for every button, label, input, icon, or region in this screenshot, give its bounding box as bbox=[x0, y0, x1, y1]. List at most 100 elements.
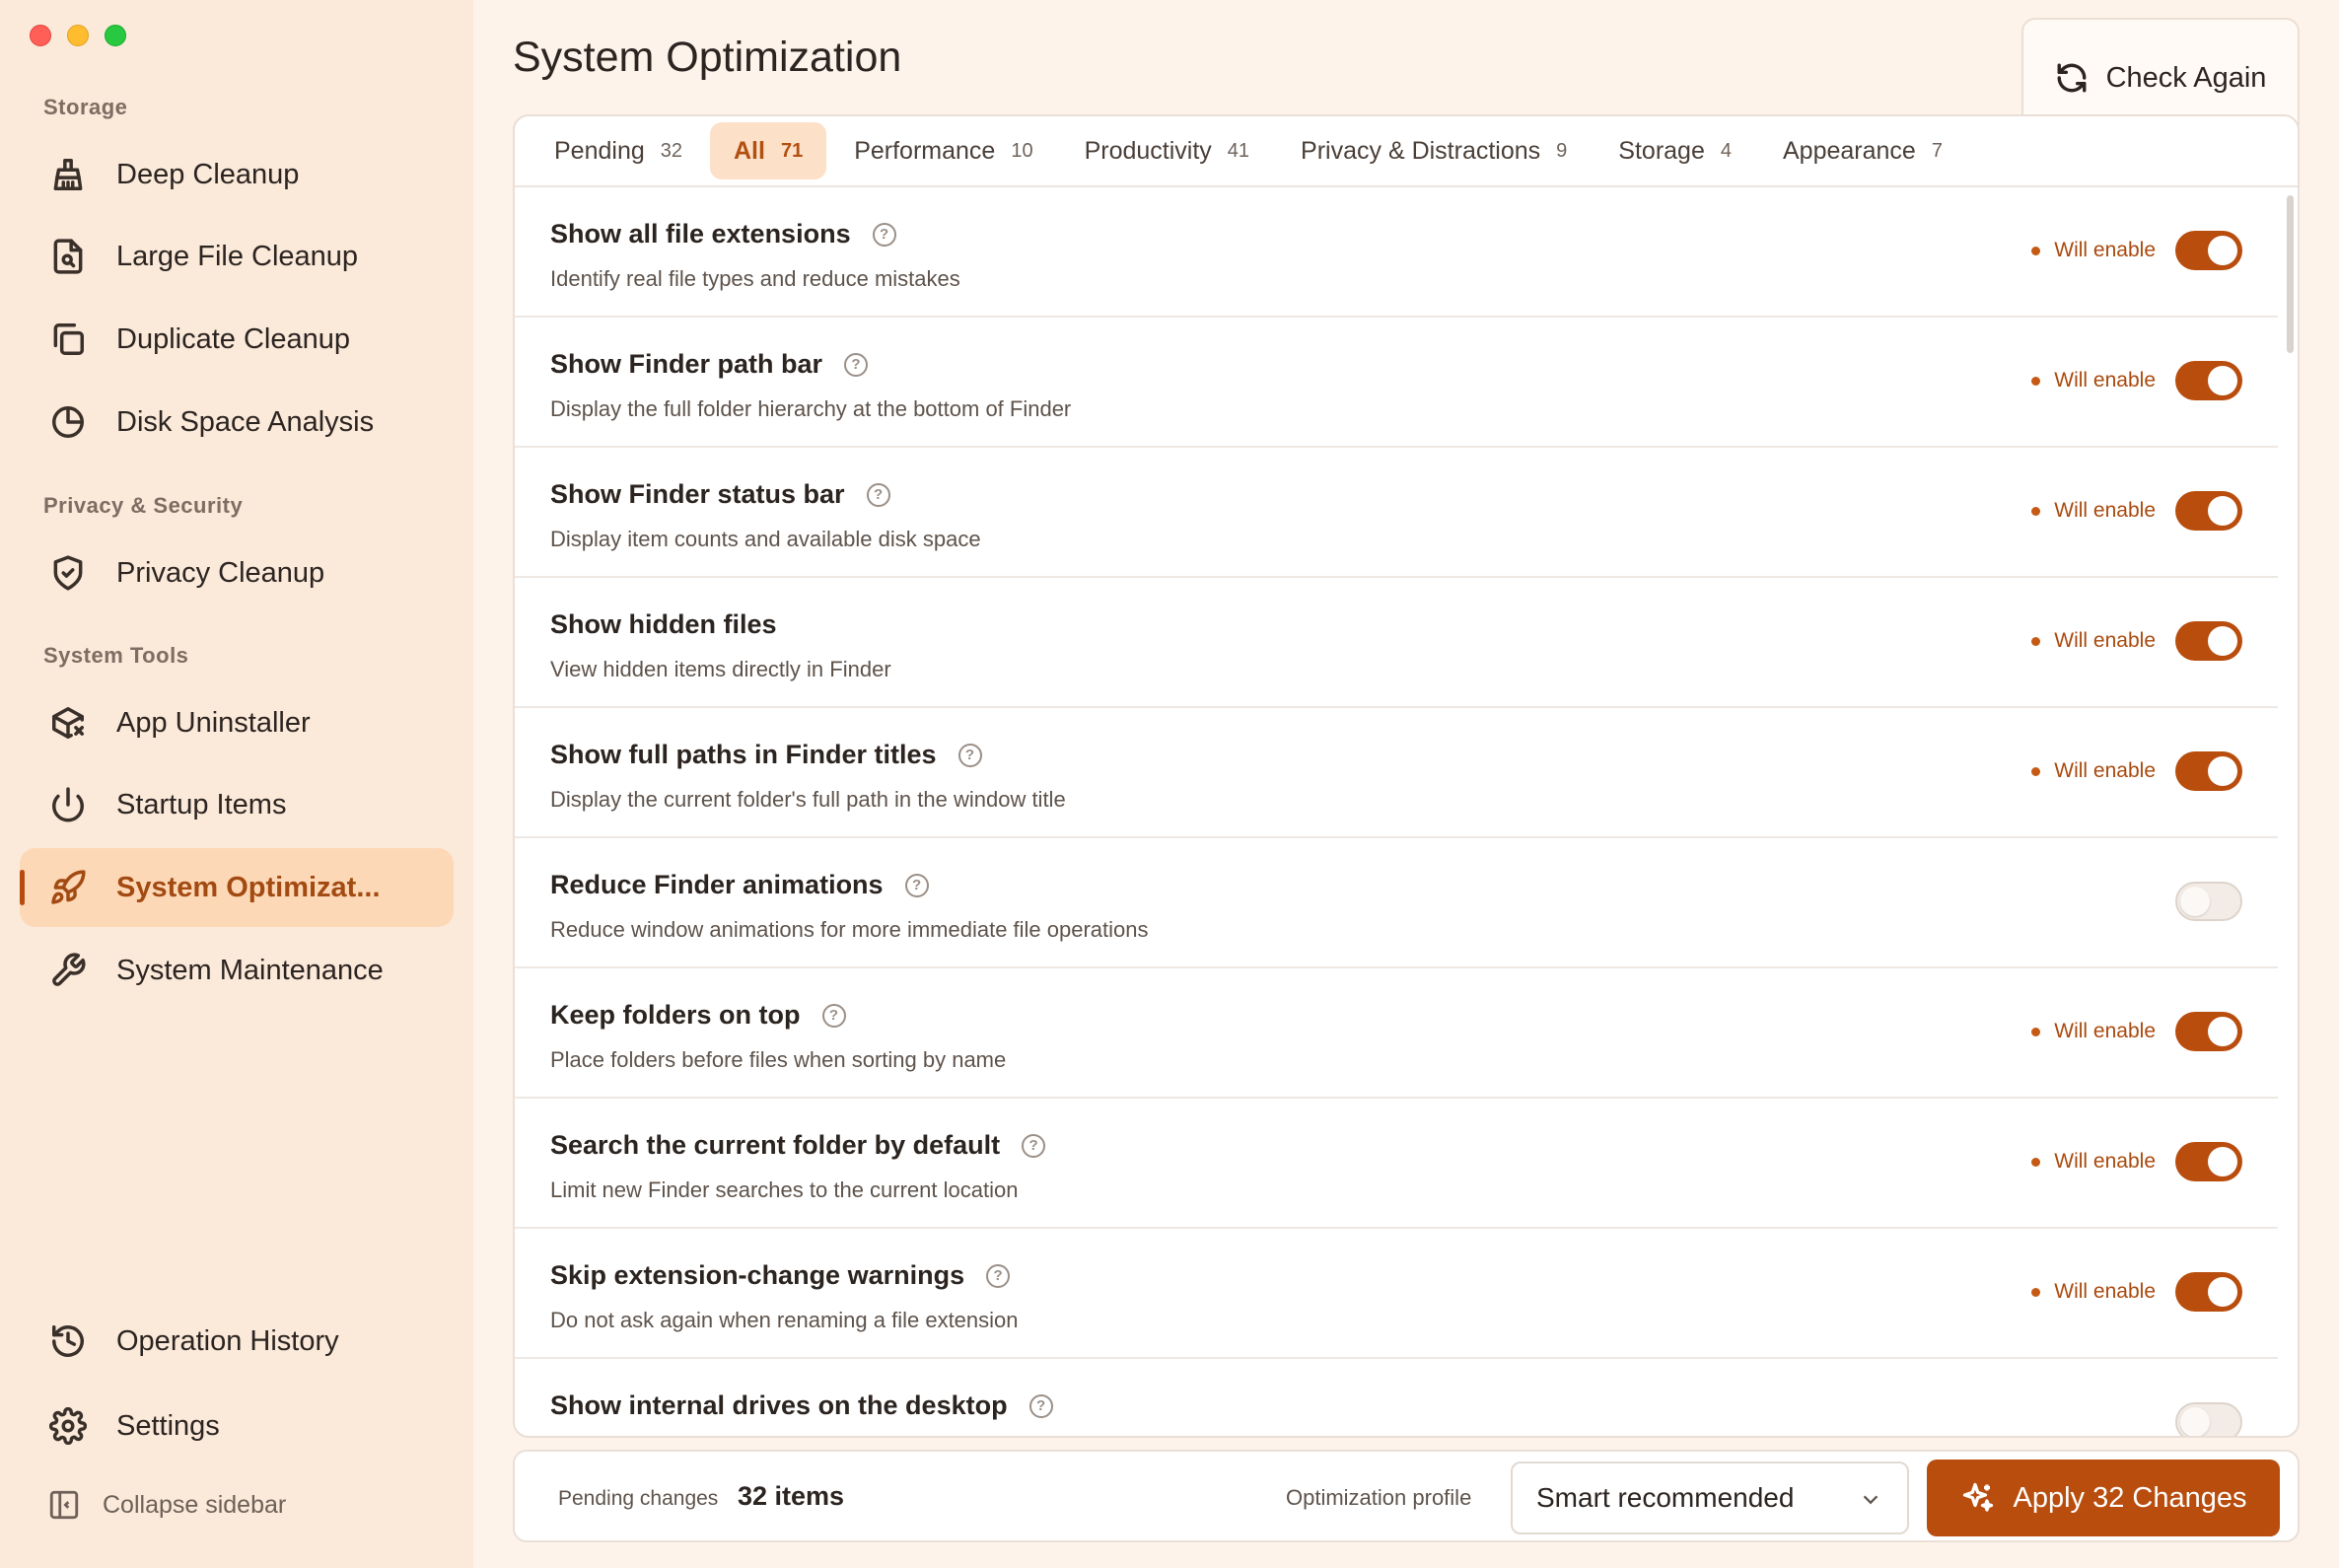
help-icon[interactable]: ? bbox=[866, 482, 890, 507]
status-badge: Will enable bbox=[2031, 1150, 2156, 1174]
tab-count: 41 bbox=[1227, 139, 1250, 162]
tab-label: Appearance bbox=[1782, 136, 1916, 165]
pending-changes-value: 32 items bbox=[738, 1481, 845, 1511]
sidebar-item-label: Startup Items bbox=[116, 788, 287, 820]
optimization-row[interactable]: Show full paths in Finder titles? Display… bbox=[515, 708, 2278, 838]
category-tabs: Pending 32 All 71 Performance 10 Product… bbox=[515, 116, 2298, 187]
optimization-row[interactable]: Search the current folder by default? Lim… bbox=[515, 1099, 2278, 1229]
help-icon[interactable]: ? bbox=[986, 1263, 1011, 1288]
optimization-row-description: View hidden items directly in Finder bbox=[550, 657, 891, 681]
optimization-row[interactable]: Show Finder status bar? Display item coun… bbox=[515, 448, 2278, 578]
tab-label: Productivity bbox=[1084, 136, 1212, 165]
row-title-text: Skip extension-change warnings bbox=[550, 1260, 965, 1290]
section-label-storage: Storage bbox=[43, 95, 128, 119]
help-icon[interactable]: ? bbox=[821, 1003, 846, 1028]
sidebar-item-disk-space-analysis[interactable]: Disk Space Analysis bbox=[20, 383, 454, 462]
tab-label: All bbox=[734, 136, 765, 165]
optimization-profile-label: Optimization profile bbox=[1286, 1485, 1472, 1510]
sparkles-icon bbox=[1962, 1482, 1993, 1512]
tab-appearance[interactable]: Appearance 7 bbox=[1759, 122, 1966, 179]
tab-performance[interactable]: Performance 10 bbox=[830, 122, 1056, 179]
enable-toggle[interactable] bbox=[2175, 1142, 2242, 1181]
refresh-icon bbox=[2057, 63, 2087, 93]
sidebar-item-label: Operation History bbox=[116, 1324, 339, 1357]
help-icon[interactable]: ? bbox=[872, 222, 896, 247]
help-icon[interactable]: ? bbox=[904, 873, 929, 897]
enable-toggle[interactable] bbox=[2175, 1402, 2242, 1436]
sidebar-item-duplicate-cleanup[interactable]: Duplicate Cleanup bbox=[20, 300, 454, 379]
list-scrollbar[interactable] bbox=[2287, 195, 2294, 353]
pending-changes-label: Pending changes bbox=[558, 1487, 719, 1510]
sidebar-item-system-optimization[interactable]: System Optimizat... bbox=[20, 848, 454, 927]
sidebar-item-label: Privacy Cleanup bbox=[116, 556, 325, 589]
help-icon[interactable]: ? bbox=[957, 743, 982, 767]
power-icon bbox=[47, 784, 89, 825]
tab-all[interactable]: All 71 bbox=[710, 122, 827, 179]
history-icon bbox=[47, 1320, 89, 1362]
row-title-text: Show hidden files bbox=[550, 609, 777, 639]
enable-toggle[interactable] bbox=[2175, 491, 2242, 531]
sidebar-item-label: Disk Space Analysis bbox=[116, 405, 375, 438]
optimization-row-title: Show internal drives on the desktop? bbox=[550, 1390, 1053, 1421]
optimization-row[interactable]: Show hidden files View hidden items direc… bbox=[515, 578, 2278, 708]
optimization-row-description: Display the full folder hierarchy at the… bbox=[550, 396, 1072, 421]
status-badge: Will enable bbox=[2031, 499, 2156, 523]
optimization-row[interactable]: Show internal drives on the desktop? bbox=[515, 1359, 2278, 1436]
enable-toggle[interactable] bbox=[2175, 751, 2242, 791]
tab-count: 71 bbox=[780, 139, 804, 162]
enable-toggle[interactable] bbox=[2175, 361, 2242, 400]
tab-privacy-distractions[interactable]: Privacy & Distractions 9 bbox=[1277, 122, 1591, 179]
sidebar-collapse-icon bbox=[49, 1490, 79, 1520]
optimization-row[interactable]: Skip extension-change warnings? Do not as… bbox=[515, 1229, 2278, 1359]
help-icon[interactable]: ? bbox=[844, 352, 869, 377]
tab-count: 10 bbox=[1011, 139, 1033, 162]
optimization-row-description: Display item counts and available disk s… bbox=[550, 527, 981, 551]
sidebar-item-app-uninstaller[interactable]: App Uninstaller bbox=[20, 683, 454, 762]
apply-changes-button[interactable]: Apply 32 Changes bbox=[1927, 1460, 2280, 1536]
sidebar-item-startup-items[interactable]: Startup Items bbox=[20, 765, 454, 844]
file-search-icon bbox=[47, 236, 89, 277]
help-icon[interactable]: ? bbox=[1022, 1133, 1046, 1158]
enable-toggle[interactable] bbox=[2175, 1012, 2242, 1051]
collapse-sidebar-label: Collapse sidebar bbox=[103, 1490, 287, 1519]
sidebar-item-privacy-cleanup[interactable]: Privacy Cleanup bbox=[20, 534, 454, 612]
help-icon[interactable]: ? bbox=[1028, 1393, 1053, 1418]
optimization-profile-select[interactable]: Smart recommended bbox=[1511, 1461, 1909, 1534]
optimization-list: Show all file extensions? Identify real f… bbox=[515, 187, 2298, 1436]
enable-toggle[interactable] bbox=[2175, 621, 2242, 661]
row-title-text: Show full paths in Finder titles bbox=[550, 740, 937, 769]
optimization-row-description: Do not ask again when renaming a file ex… bbox=[550, 1308, 1019, 1332]
row-title-text: Keep folders on top bbox=[550, 1000, 801, 1030]
sidebar-item-deep-cleanup[interactable]: Deep Cleanup bbox=[20, 135, 454, 214]
optimization-row-title: Show Finder status bar? bbox=[550, 479, 890, 510]
close-window-button[interactable] bbox=[30, 25, 51, 46]
optimization-row-description: Place folders before files when sorting … bbox=[550, 1047, 1007, 1072]
footer-bar: Pending changes 32 items Optimization pr… bbox=[513, 1450, 2300, 1542]
tab-count: 9 bbox=[1556, 139, 1568, 162]
collapse-sidebar-button[interactable]: Collapse sidebar bbox=[47, 1488, 286, 1522]
zoom-window-button[interactable] bbox=[105, 25, 126, 46]
optimization-row[interactable]: Show all file extensions? Identify real f… bbox=[515, 187, 2278, 318]
tab-count: 7 bbox=[1931, 139, 1943, 162]
row-title-text: Show internal drives on the desktop bbox=[550, 1390, 1008, 1420]
minimize-window-button[interactable] bbox=[67, 25, 89, 46]
chevron-down-icon bbox=[1863, 1495, 1878, 1505]
enable-toggle[interactable] bbox=[2175, 231, 2242, 270]
optimization-row[interactable]: Keep folders on top? Place folders before… bbox=[515, 968, 2278, 1099]
sidebar-item-large-file-cleanup[interactable]: Large File Cleanup bbox=[20, 217, 454, 296]
enable-toggle[interactable] bbox=[2175, 1272, 2242, 1312]
tab-storage[interactable]: Storage 4 bbox=[1595, 122, 1755, 179]
sidebar-item-system-maintenance[interactable]: System Maintenance bbox=[20, 931, 454, 1010]
page-title: System Optimization bbox=[513, 34, 902, 81]
status-badge: Will enable bbox=[2031, 1280, 2156, 1304]
tab-productivity[interactable]: Productivity 41 bbox=[1061, 122, 1273, 179]
tab-label: Pending bbox=[554, 136, 645, 165]
optimization-row[interactable]: Reduce Finder animations? Reduce window a… bbox=[515, 838, 2278, 968]
optimization-row[interactable]: Show Finder path bar? Display the full fo… bbox=[515, 318, 2278, 448]
tab-pending[interactable]: Pending 32 bbox=[531, 122, 706, 179]
rocket-icon bbox=[47, 867, 89, 908]
enable-toggle[interactable] bbox=[2175, 882, 2242, 921]
sidebar-item-operation-history[interactable]: Operation History bbox=[20, 1302, 454, 1381]
tab-count: 32 bbox=[660, 139, 682, 162]
sidebar-item-settings[interactable]: Settings bbox=[20, 1387, 454, 1465]
